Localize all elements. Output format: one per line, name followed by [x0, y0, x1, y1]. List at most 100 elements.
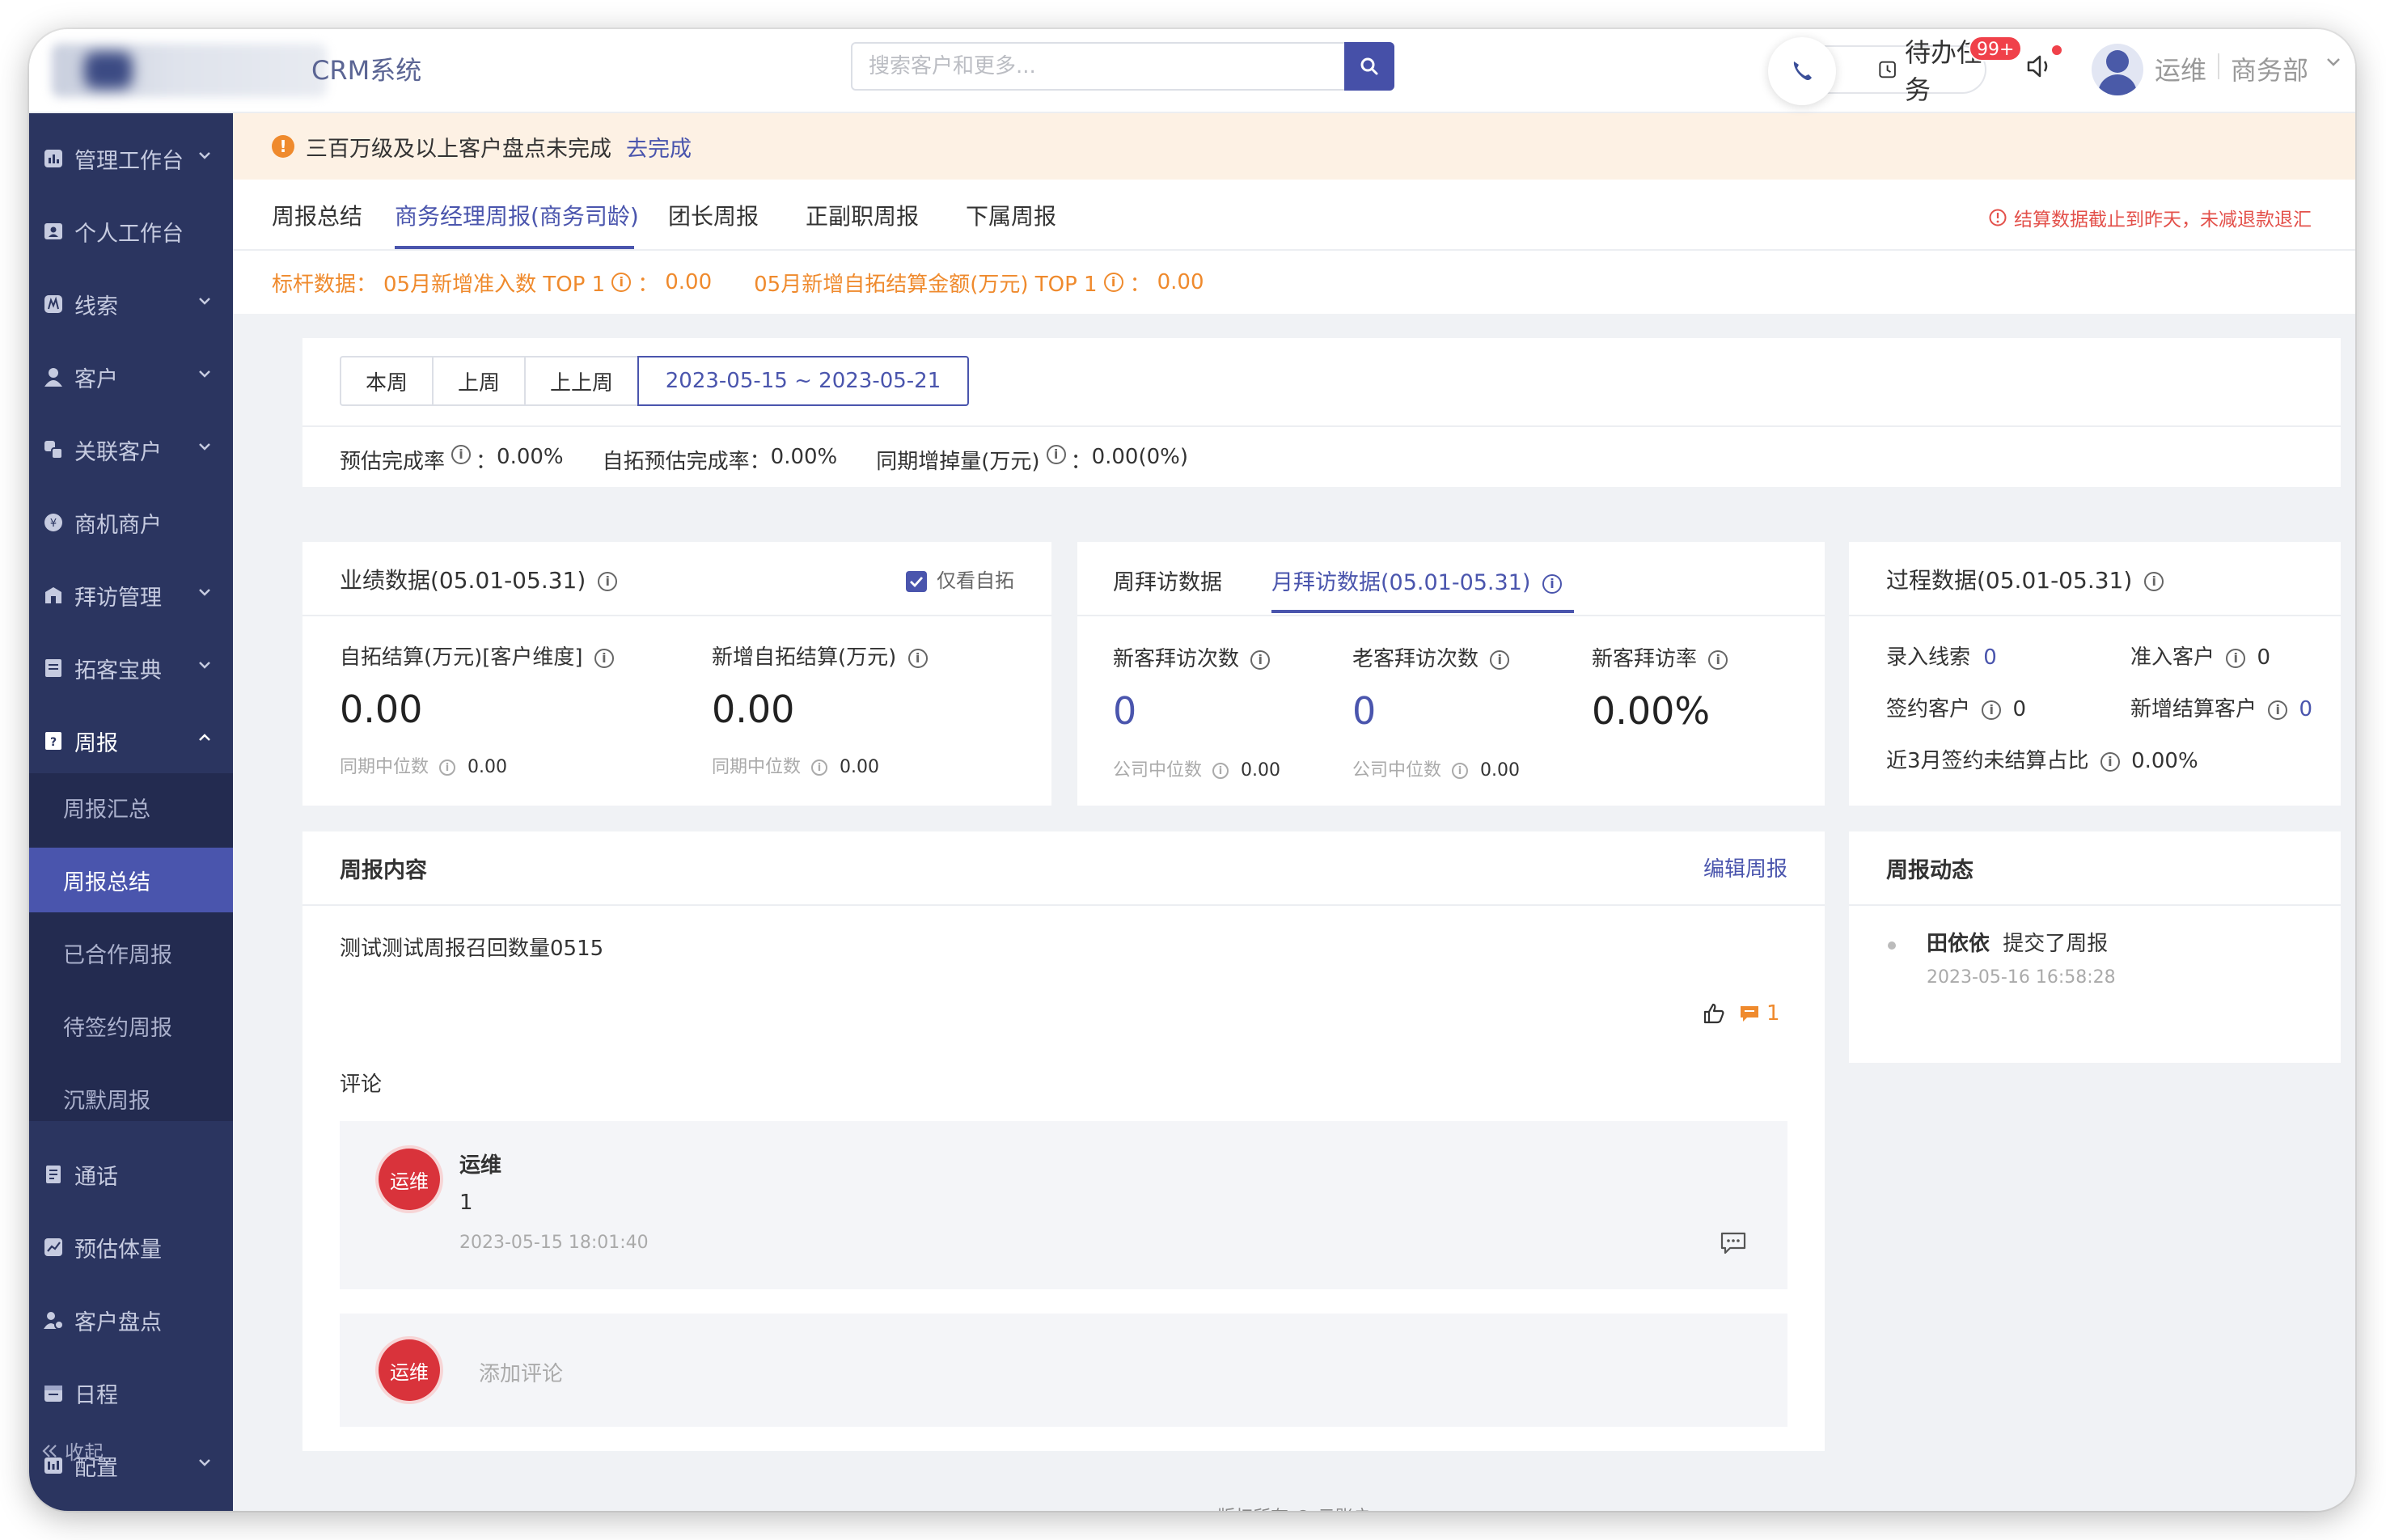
info-icon[interactable]: i — [1103, 273, 1123, 292]
this-week-button[interactable]: 本周 — [340, 356, 432, 406]
info-icon[interactable]: i — [611, 273, 632, 292]
comment-time: 2023-05-15 18:01:40 — [459, 1233, 649, 1253]
tab-subordinate-report[interactable]: 下属周报 — [966, 199, 1056, 231]
info-icon[interactable]: i — [598, 572, 618, 591]
todo-tasks-button[interactable]: 待办任务 — [1825, 37, 1986, 105]
sidebar-item[interactable]: 个人工作台 — [29, 197, 233, 265]
reply-icon[interactable] — [1720, 1231, 1747, 1255]
search-input[interactable] — [852, 44, 1346, 89]
info-icon[interactable]: i — [1250, 649, 1271, 670]
user-card-icon — [44, 223, 62, 239]
search-button[interactable] — [1344, 42, 1394, 91]
comment-count-button[interactable]: 1 — [1739, 1001, 1780, 1026]
sidebar-item[interactable]: 拓客宝典 — [29, 634, 233, 702]
metric-label: 新增自拓结算(万元) — [712, 645, 897, 670]
info-icon[interactable]: i — [594, 648, 614, 668]
info-icon[interactable]: i — [1542, 573, 1562, 594]
add-comment-box[interactable]: 运维 添加评论 — [340, 1314, 1787, 1427]
info-icon[interactable]: i — [1046, 445, 1066, 464]
chevron-down-icon — [199, 370, 210, 378]
median-value: 0.00 — [1480, 760, 1520, 781]
sidebar-item[interactable]: 客户 — [29, 343, 233, 411]
sidebar-item-label: 管理工作台 — [74, 148, 184, 174]
median-label: 同期中位数 — [712, 757, 802, 777]
book-icon — [45, 659, 61, 677]
edit-report-link[interactable]: 编辑周报 — [1703, 852, 1787, 882]
stat-label: 预估完成率 — [340, 450, 446, 474]
user-avatar[interactable] — [2092, 44, 2143, 95]
link-customer-icon — [44, 441, 63, 459]
process-value: 0.00% — [2131, 749, 2198, 773]
collapse-label: 收起 — [65, 1441, 104, 1464]
todo-badge: 99+ — [1969, 36, 2023, 61]
info-icon[interactable]: i — [2100, 751, 2120, 772]
sidebar-subitem[interactable]: 周报总结 — [29, 848, 233, 912]
current-user-avatar: 运维 — [379, 1339, 440, 1401]
info-icon[interactable]: i — [907, 648, 928, 668]
sidebar-item-label: 客户 — [74, 366, 118, 392]
sidebar-item[interactable]: 拜访管理 — [29, 561, 233, 629]
sidebar-item[interactable]: 客户盘点 — [29, 1286, 233, 1354]
info-icon[interactable]: i — [1490, 649, 1510, 670]
metric-value[interactable]: 0 — [1113, 689, 1136, 733]
chevron-down-icon[interactable] — [2326, 57, 2341, 68]
info-icon[interactable]: i — [439, 759, 456, 776]
info-icon[interactable]: i — [1708, 649, 1728, 670]
metric-value: 0.00% — [1592, 689, 1711, 733]
sidebar-item[interactable]: 管理工作台 — [29, 125, 233, 192]
sidebar-subitem[interactable]: 已合作周报 — [29, 920, 233, 985]
sidebar-item-label: 个人工作台 — [74, 221, 184, 247]
chevron-down-icon — [199, 152, 210, 159]
info-icon[interactable]: i — [1452, 763, 1469, 779]
sidebar-subitem[interactable]: 周报汇总 — [29, 775, 233, 840]
sidebar-item[interactable]: 关联客户 — [29, 416, 233, 484]
tab-manager-report[interactable]: 商务经理周报(商务司龄) — [395, 199, 639, 231]
sidebar-item[interactable]: 日程 — [29, 1359, 233, 1427]
phone-button[interactable] — [1768, 37, 1836, 105]
info-icon[interactable]: i — [1212, 763, 1229, 779]
tab-summary[interactable]: 周报总结 — [272, 199, 362, 231]
sidebar-subitem[interactable]: 沉默周报 — [29, 1066, 233, 1131]
info-icon[interactable]: i — [451, 445, 472, 464]
sidebar-item[interactable]: ? 周报 — [29, 707, 233, 775]
notice-text: 三百万级及以上客户盘点未完成 — [306, 136, 611, 162]
sidebar-item[interactable]: ¥ 商机商户 — [29, 489, 233, 556]
benchmark-item1-value: 0.00 — [665, 270, 713, 294]
metric-value: 0.00 — [712, 688, 795, 731]
add-comment-input[interactable]: 添加评论 — [479, 1357, 563, 1387]
metric-value[interactable]: 0 — [1352, 689, 1376, 733]
thumbs-up-icon[interactable] — [1702, 1001, 1726, 1026]
last-week-button[interactable]: 上周 — [432, 356, 524, 406]
announcement-button[interactable] — [2024, 50, 2056, 86]
tab-weekly-visits[interactable]: 周拜访数据 — [1113, 565, 1222, 596]
tab-monthly-visits-wrap[interactable]: 月拜访数据(05.01-05.31) i — [1271, 565, 1562, 596]
tab-leader-report[interactable]: 团长周报 — [668, 199, 759, 231]
process-value[interactable]: 0 — [1983, 645, 1997, 670]
chevron-down-icon — [199, 589, 210, 596]
self-only-checkbox[interactable]: 仅看自拓 — [906, 565, 1014, 593]
person-icon — [44, 368, 62, 387]
info-icon[interactable]: i — [1982, 700, 2002, 720]
chevron-down-icon — [199, 298, 210, 305]
date-range-picker[interactable]: 2023-05-15 ~ 2023-05-21 — [637, 356, 969, 406]
info-icon[interactable]: i — [2144, 572, 2164, 591]
sidebar-subitem[interactable]: 待签约周报 — [29, 993, 233, 1058]
notice-link[interactable]: 去完成 — [626, 131, 692, 163]
median-label: 公司中位数 — [1113, 760, 1203, 781]
tab-deputy-report[interactable]: 正副职周报 — [806, 199, 919, 231]
collapse-sidebar-button[interactable]: 收起 — [40, 1436, 104, 1465]
double-chevron-left-icon — [42, 1444, 57, 1458]
info-icon[interactable]: i — [2268, 700, 2288, 720]
user-department[interactable]: 商务部 — [2231, 50, 2308, 87]
info-icon[interactable]: i — [811, 759, 828, 776]
week-before-last-button[interactable]: 上上周 — [524, 356, 637, 406]
sidebar-item-label: 商机商户 — [74, 512, 162, 538]
process-value[interactable]: 0 — [2299, 697, 2313, 721]
sidebar-item[interactable]: 预估体量 — [29, 1213, 233, 1281]
activity-title: 周报动态 — [1886, 858, 1974, 883]
sidebar-item[interactable]: 通话 — [29, 1140, 233, 1208]
sidebar-item[interactable]: 线索 — [29, 270, 233, 338]
company-logo[interactable] — [52, 44, 327, 97]
user-name[interactable]: 运维 — [2155, 50, 2206, 87]
info-icon[interactable]: i — [2226, 648, 2246, 668]
